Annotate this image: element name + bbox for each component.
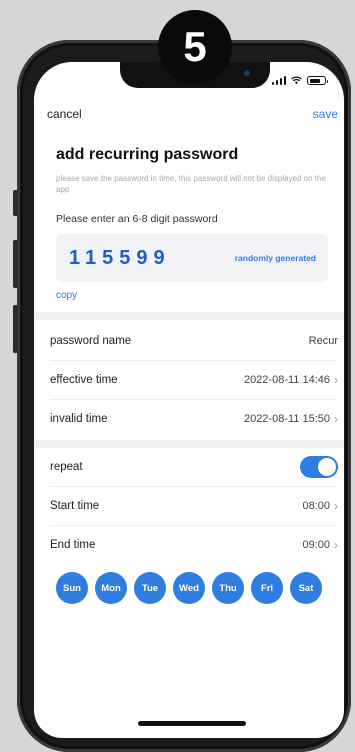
day-tue-button[interactable]: Tue [134,572,166,604]
signal-icon [271,76,286,85]
day-wed-button[interactable]: Wed [173,572,205,604]
effective-time-label: effective time [50,374,118,386]
app-screen: cancel save add recurring password pleas… [34,62,344,738]
password-name-value: Recur [308,335,338,347]
start-time-value: 08:00 [302,500,330,512]
wifi-icon [291,76,302,85]
volume-up-button [13,240,18,288]
save-hint: please save the password in time, this p… [56,174,326,194]
volume-down-button [13,305,18,353]
effective-time-row[interactable]: effective time 2022-08-11 14:46 › [50,361,338,400]
day-thu-button[interactable]: Thu [212,572,244,604]
step-badge: 5 [158,10,232,84]
toggle-knob [318,458,336,476]
page-title: add recurring password [56,146,239,163]
end-time-row[interactable]: End time 09:00 › [50,526,338,564]
mute-switch [13,190,18,216]
day-fri-button[interactable]: Fri [251,572,283,604]
invalid-time-label: invalid time [50,413,108,425]
invalid-time-value: 2022-08-11 15:50 [243,413,330,425]
invalid-time-row[interactable]: invalid time 2022-08-11 15:50 › [50,400,338,438]
section-divider [34,440,344,448]
weekday-selector: Sun Mon Tue Wed Thu Fri Sat [56,572,322,604]
copy-button[interactable]: copy [56,290,77,301]
password-prompt: Please enter an 6-8 digit password [56,213,218,225]
save-button[interactable]: save [313,107,338,121]
camera-icon [244,70,250,76]
repeat-label: repeat [50,461,83,473]
day-sun-button[interactable]: Sun [56,572,88,604]
end-time-value: 09:00 [302,539,330,551]
start-time-label: Start time [50,500,100,512]
battery-icon [307,76,328,85]
password-value: 115599 [69,247,171,269]
day-sat-button[interactable]: Sat [290,572,322,604]
chevron-right-icon: › [334,499,338,513]
password-name-row[interactable]: password name Recur [50,322,338,361]
effective-time-value: 2022-08-11 14:46 [243,374,330,386]
start-time-row[interactable]: Start time 08:00 › [50,487,338,526]
end-time-label: End time [50,539,96,551]
home-indicator[interactable] [138,721,246,726]
repeat-row: repeat [50,448,338,487]
chevron-right-icon: › [334,412,338,426]
status-bar [271,76,328,85]
password-name-label: password name [50,335,132,347]
cancel-button[interactable]: cancel [47,107,82,121]
section-divider [34,312,344,320]
randomly-generated-button[interactable]: randomly generated [235,253,316,263]
repeat-toggle[interactable] [300,456,338,478]
chevron-right-icon: › [334,373,338,387]
nav-bar: cancel save [47,107,338,121]
chevron-right-icon: › [334,538,338,552]
day-mon-button[interactable]: Mon [95,572,127,604]
password-field[interactable]: 115599 randomly generated [56,234,328,282]
